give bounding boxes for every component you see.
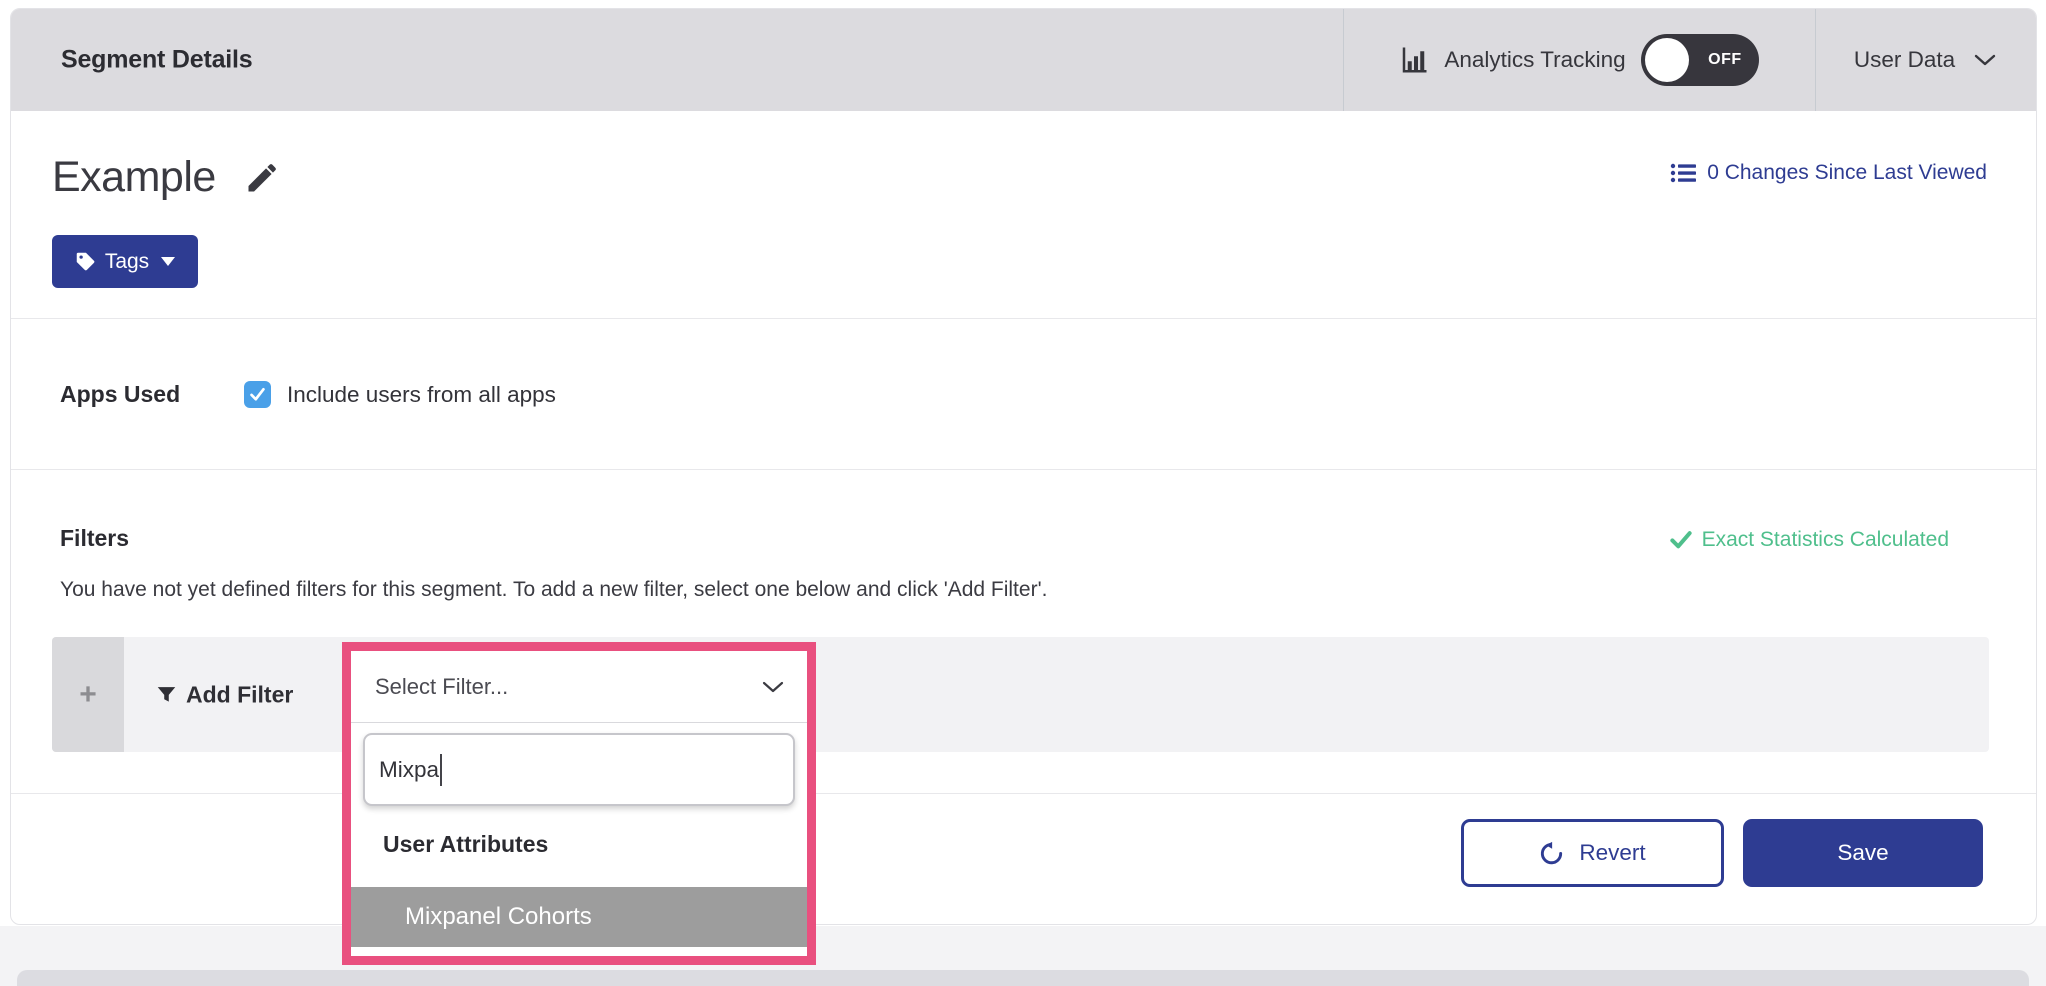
panel-header: Segment Details Analytics Tracking OFF U…: [11, 9, 2036, 111]
filter-group-header: User Attributes: [383, 831, 548, 858]
filters-description: You have not yet defined filters for thi…: [60, 578, 1047, 602]
caret-down-icon: [161, 257, 175, 266]
include-all-apps-checkbox[interactable]: [244, 381, 271, 408]
add-filter-label-group: Add Filter: [156, 681, 293, 708]
segment-name: Example: [52, 153, 216, 202]
filter-search-input[interactable]: Mixpa: [363, 733, 795, 806]
save-button[interactable]: Save: [1743, 819, 1983, 887]
tags-button-label: Tags: [105, 250, 149, 274]
filter-option-mixpanel-cohorts[interactable]: Mixpanel Cohorts: [351, 887, 807, 947]
chevron-down-icon: [1973, 53, 1997, 67]
revert-button[interactable]: Revert: [1461, 819, 1724, 887]
filter-dropdown-callout: Select Filter... Mixpa User Attributes M…: [342, 642, 816, 965]
exact-statistics-status: Exact Statistics Calculated: [1670, 528, 1949, 552]
green-check-icon: [1670, 530, 1692, 550]
actions-section: Revert Save: [11, 793, 2036, 926]
funnel-icon: [156, 684, 177, 705]
toggle-knob: [1645, 38, 1689, 82]
save-button-label: Save: [1837, 840, 1888, 866]
pencil-icon[interactable]: [244, 160, 280, 196]
segment-name-section: Example Tags: [11, 111, 2036, 318]
revert-button-label: Revert: [1579, 840, 1645, 866]
filter-search-value: Mixpa: [379, 757, 439, 783]
apps-used-section: Apps Used Include users from all apps: [11, 318, 2036, 469]
segment-title-row: Example: [52, 153, 280, 202]
select-chevron-icon: [761, 680, 785, 693]
text-cursor: [440, 754, 442, 786]
add-filter-label: Add Filter: [186, 681, 293, 708]
changes-since-last-viewed-link[interactable]: 0 Changes Since Last Viewed: [1670, 161, 1987, 185]
analytics-tracking-label: Analytics Tracking: [1444, 47, 1625, 73]
apps-used-label: Apps Used: [60, 381, 180, 408]
filter-select[interactable]: Select Filter...: [351, 651, 807, 723]
filters-section: Filters Exact Statistics Calculated You …: [11, 469, 2036, 793]
exact-statistics-label: Exact Statistics Calculated: [1702, 528, 1949, 552]
filter-select-value: Select Filter...: [375, 674, 508, 700]
changes-link-label: 0 Changes Since Last Viewed: [1707, 161, 1987, 185]
revert-arrow-icon: [1539, 841, 1564, 866]
include-all-apps-label: Include users from all apps: [287, 382, 556, 408]
analytics-tracking-toggle[interactable]: OFF: [1641, 34, 1759, 86]
segment-details-card: Segment Details Analytics Tracking OFF U…: [10, 8, 2037, 925]
user-data-menu[interactable]: User Data: [1815, 9, 2036, 111]
tags-button[interactable]: Tags: [52, 235, 198, 288]
user-data-label: User Data: [1854, 47, 1955, 73]
toggle-state-label: OFF: [1708, 51, 1742, 69]
changes-list-icon: [1670, 161, 1696, 185]
next-panel-edge: [17, 970, 2029, 986]
bar-chart-icon: [1399, 45, 1429, 75]
plus-icon: +: [79, 678, 97, 712]
filters-heading: Filters: [60, 525, 129, 552]
panel-title: Segment Details: [61, 46, 253, 75]
analytics-tracking-control: Analytics Tracking OFF: [1343, 9, 1815, 111]
tag-icon: [75, 251, 96, 272]
checkbox-check-icon: [248, 385, 267, 404]
add-filter-plus-button[interactable]: +: [52, 637, 124, 752]
